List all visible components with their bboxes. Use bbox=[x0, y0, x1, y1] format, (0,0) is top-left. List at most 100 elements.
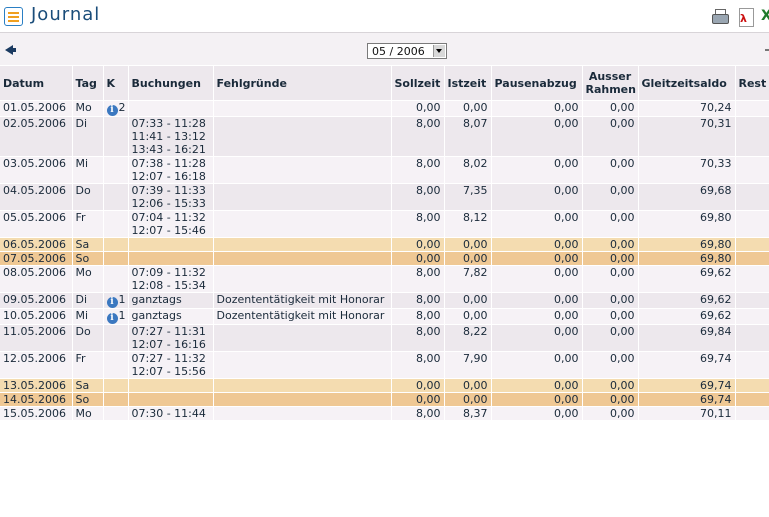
table-row[interactable]: 07.05.2006 So 0,00 0,00 0,00 0,00 69,80 bbox=[0, 251, 769, 266]
month-select-value: 05 / 2006 bbox=[372, 45, 425, 58]
cell-pausenabzug: 0,00 bbox=[491, 324, 583, 352]
column-header-sollzeit[interactable]: Sollzeit bbox=[391, 66, 445, 101]
cell-k bbox=[103, 183, 129, 211]
info-icon[interactable]: i bbox=[106, 297, 118, 308]
cell-istzeit: 8,07 bbox=[444, 116, 492, 157]
cell-buchungen: 07:04 - 11:32 12:07 - 15:46 bbox=[128, 210, 214, 238]
booking-entry: 07:27 - 11:31 bbox=[131, 325, 206, 338]
cell-buchungen: 07:09 - 11:32 12:08 - 15:34 bbox=[128, 265, 214, 293]
cell-ausser-rahmen: 0,00 bbox=[582, 210, 639, 238]
cell-buchungen bbox=[128, 251, 214, 266]
cell-datum: 07.05.2006 bbox=[0, 251, 73, 266]
cell-gleitzeitsaldo: 70,31 bbox=[638, 116, 736, 157]
table-row[interactable]: 02.05.2006 Di 07:33 - 11:28 11:41 - 13:12 13… bbox=[0, 116, 769, 157]
table-row[interactable]: 05.05.2006 Fr 07:04 - 11:32 12:07 - 15:46 8,… bbox=[0, 210, 769, 238]
column-header-tag[interactable]: Tag bbox=[72, 66, 104, 101]
table-row[interactable]: 09.05.2006 Di i 1 ganztags Dozententätigkeit … bbox=[0, 292, 769, 309]
table-row[interactable]: 01.05.2006 Mo i 2 0,00 0,00 0,00 0,00 70,24 bbox=[0, 100, 769, 117]
cell-k bbox=[103, 265, 129, 293]
comment-count: 1 bbox=[118, 309, 126, 322]
column-header-rest[interactable]: Rest bbox=[735, 66, 769, 101]
cell-istzeit: 0,00 bbox=[444, 292, 492, 309]
comment-count: 2 bbox=[118, 101, 126, 114]
column-header-buchungen[interactable]: Buchungen bbox=[128, 66, 214, 101]
cell-datum: 11.05.2006 bbox=[0, 324, 73, 352]
cell-fehlgruende bbox=[213, 324, 392, 352]
cell-rest bbox=[735, 237, 769, 252]
table-row[interactable]: 03.05.2006 Mi 07:38 - 11:28 12:07 - 16:18 8,… bbox=[0, 156, 769, 184]
column-header-istzeit[interactable]: Istzeit bbox=[444, 66, 492, 101]
cell-sollzeit: 0,00 bbox=[391, 378, 445, 393]
cell-tag: Fr bbox=[72, 351, 104, 379]
cell-fehlgruende bbox=[213, 183, 392, 211]
cell-sollzeit: 0,00 bbox=[391, 251, 445, 266]
cell-ausser-rahmen: 0,00 bbox=[582, 156, 639, 184]
column-header-fehlgruende[interactable]: Fehlgründe bbox=[213, 66, 392, 101]
cell-datum: 13.05.2006 bbox=[0, 378, 73, 393]
page-title: Journal bbox=[31, 4, 101, 25]
cell-buchungen: 07:39 - 11:33 12:06 - 15:33 bbox=[128, 183, 214, 211]
table-row[interactable]: 15.05.2006 Mo 07:30 - 11:44 8,00 8,37 0,00 0,0… bbox=[0, 406, 769, 421]
booking-entry: 12:07 - 15:46 bbox=[131, 224, 206, 237]
cell-fehlgruende bbox=[213, 406, 392, 421]
cell-k bbox=[103, 351, 129, 379]
cell-tag: Di bbox=[72, 292, 104, 309]
column-header-datum[interactable]: Datum bbox=[0, 66, 73, 101]
table-row[interactable]: 04.05.2006 Do 07:39 - 11:33 12:06 - 15:33 8,… bbox=[0, 183, 769, 211]
cell-gleitzeitsaldo: 69,74 bbox=[638, 392, 736, 407]
cell-gleitzeitsaldo: 69,74 bbox=[638, 351, 736, 379]
table-row[interactable]: 12.05.2006 Fr 07:27 - 11:32 12:07 - 15:56 8,… bbox=[0, 351, 769, 379]
cell-buchungen bbox=[128, 237, 214, 252]
table-header-row: Datum Tag K Buchungen Fehlgründe Sollzei… bbox=[0, 66, 769, 101]
booking-entry: ganztags bbox=[131, 309, 182, 322]
table-row[interactable]: 11.05.2006 Do 07:27 - 11:31 12:07 - 16:16 8,… bbox=[0, 324, 769, 352]
cell-pausenabzug: 0,00 bbox=[491, 406, 583, 421]
cell-k bbox=[103, 406, 129, 421]
cell-fehlgruende bbox=[213, 265, 392, 293]
table-row[interactable]: 13.05.2006 Sa 0,00 0,00 0,00 0,00 69,74 bbox=[0, 378, 769, 393]
cell-tag: Mo bbox=[72, 406, 104, 421]
cell-buchungen: 07:38 - 11:28 12:07 - 16:18 bbox=[128, 156, 214, 184]
print-icon[interactable] bbox=[711, 8, 729, 25]
cell-ausser-rahmen: 0,00 bbox=[582, 100, 639, 117]
chevron-down-icon[interactable] bbox=[433, 45, 445, 57]
booking-entry: 07:38 - 11:28 bbox=[131, 157, 206, 170]
pdf-icon[interactable]: λ bbox=[737, 8, 754, 27]
info-icon[interactable]: i bbox=[106, 313, 118, 324]
cell-fehlgruende bbox=[213, 237, 392, 252]
cell-pausenabzug: 0,00 bbox=[491, 100, 583, 117]
excel-icon[interactable]: X bbox=[761, 8, 769, 25]
cell-pausenabzug: 0,00 bbox=[491, 237, 583, 252]
journal-table: Datum Tag K Buchungen Fehlgründe Sollzei… bbox=[0, 66, 769, 421]
booking-entry: 12:08 - 15:34 bbox=[131, 279, 206, 292]
cell-sollzeit: 0,00 bbox=[391, 237, 445, 252]
column-header-k[interactable]: K bbox=[103, 66, 129, 101]
column-header-gleitzeitsaldo[interactable]: Gleitzeitsaldo bbox=[638, 66, 736, 101]
cell-ausser-rahmen: 0,00 bbox=[582, 351, 639, 379]
booking-entry: 07:33 - 11:28 bbox=[131, 117, 206, 130]
cell-istzeit: 0,00 bbox=[444, 308, 492, 325]
scroll-indicator bbox=[765, 49, 769, 51]
cell-istzeit: 8,12 bbox=[444, 210, 492, 238]
info-icon[interactable]: i bbox=[106, 105, 118, 116]
table-row[interactable]: 10.05.2006 Mi i 1 ganztags Dozententätigkeit … bbox=[0, 308, 769, 325]
cell-pausenabzug: 0,00 bbox=[491, 183, 583, 211]
previous-month-arrow-icon[interactable] bbox=[5, 45, 16, 55]
column-header-pausenabzug[interactable]: Pausenabzug bbox=[491, 66, 583, 101]
cell-rest bbox=[735, 324, 769, 352]
month-select[interactable]: 05 / 2006 bbox=[367, 43, 447, 59]
cell-buchungen: 07:33 - 11:28 11:41 - 13:12 13:43 - 16:21 bbox=[128, 116, 214, 157]
booking-entry: 07:04 - 11:32 bbox=[131, 211, 206, 224]
column-header-ausser-rahmen[interactable]: Ausser Rahmen bbox=[582, 66, 639, 101]
cell-datum: 14.05.2006 bbox=[0, 392, 73, 407]
table-row[interactable]: 08.05.2006 Mo 07:09 - 11:32 12:08 - 15:34 8,… bbox=[0, 265, 769, 293]
month-navigation: 05 / 2006 bbox=[0, 32, 769, 65]
cell-buchungen: 07:30 - 11:44 bbox=[128, 406, 214, 421]
cell-gleitzeitsaldo: 69,74 bbox=[638, 378, 736, 393]
table-row[interactable]: 14.05.2006 So 0,00 0,00 0,00 0,00 69,74 bbox=[0, 392, 769, 407]
cell-k bbox=[103, 156, 129, 184]
table-row[interactable]: 06.05.2006 Sa 0,00 0,00 0,00 0,00 69,80 bbox=[0, 237, 769, 252]
cell-ausser-rahmen: 0,00 bbox=[582, 237, 639, 252]
cell-pausenabzug: 0,00 bbox=[491, 378, 583, 393]
cell-gleitzeitsaldo: 70,11 bbox=[638, 406, 736, 421]
